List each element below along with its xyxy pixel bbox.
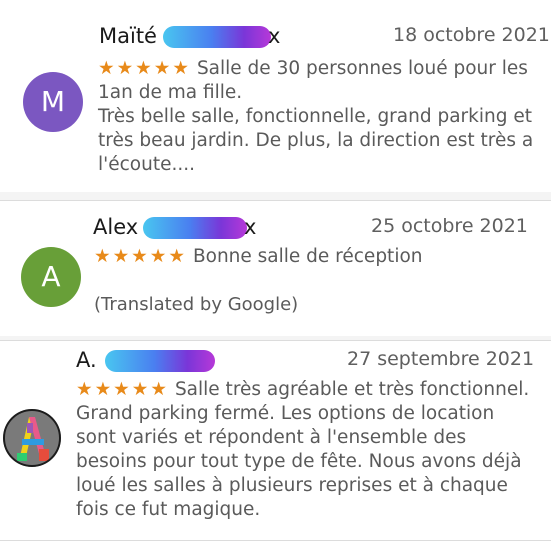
reviewer-name-tail: x [244, 215, 257, 239]
review-date: 27 septembre 2021 [347, 348, 535, 370]
divider [0, 540, 551, 541]
review-text: Bonne salle de réception [192, 246, 423, 267]
avatar[interactable] [3, 409, 61, 467]
review-date: 25 octobre 2021 [371, 215, 528, 237]
translation-note[interactable]: (Translated by Google) [94, 293, 298, 317]
reviewer-name[interactable]: Maïté [99, 24, 157, 48]
review-separator [0, 192, 551, 200]
review-separator [0, 336, 551, 340]
name-redaction [105, 350, 215, 372]
review-date: 18 octobre 2021 [393, 24, 550, 46]
review-text-block: ★★★★★ Salle très agréable et très fonctio… [76, 378, 536, 522]
star-rating: ★★★★★ [76, 379, 169, 400]
reviewer-name[interactable]: Alex [93, 215, 138, 239]
name-redaction [143, 217, 247, 239]
avatar[interactable]: A [21, 247, 81, 307]
review-card: M Maïté x 18 octobre 2021 ★★★★★ Salle de … [0, 0, 551, 185]
review-card: A. 27 septembre 2021 ★★★★★ Salle très agr… [0, 341, 551, 551]
avatar[interactable]: M [23, 72, 83, 132]
review-text-block: ★★★★★ Bonne salle de réception [94, 245, 534, 269]
reviewer-name-tail: x [268, 24, 281, 48]
star-rating: ★★★★★ [94, 246, 187, 267]
name-redaction [163, 26, 271, 48]
review-text: Salle très agréable et très fonctionnel.… [76, 379, 530, 520]
avatar-initial: M [40, 85, 66, 118]
colorful-a-icon [3, 409, 61, 467]
reviewer-name[interactable]: A. [76, 348, 97, 372]
avatar-initial: A [41, 260, 61, 293]
star-rating: ★★★★★ [98, 58, 191, 79]
review-text-block: ★★★★★ Salle de 30 personnes loué pour les… [98, 57, 538, 177]
review-card: A Alex x 25 octobre 2021 ★★★★★ Bonne sall… [0, 201, 551, 336]
